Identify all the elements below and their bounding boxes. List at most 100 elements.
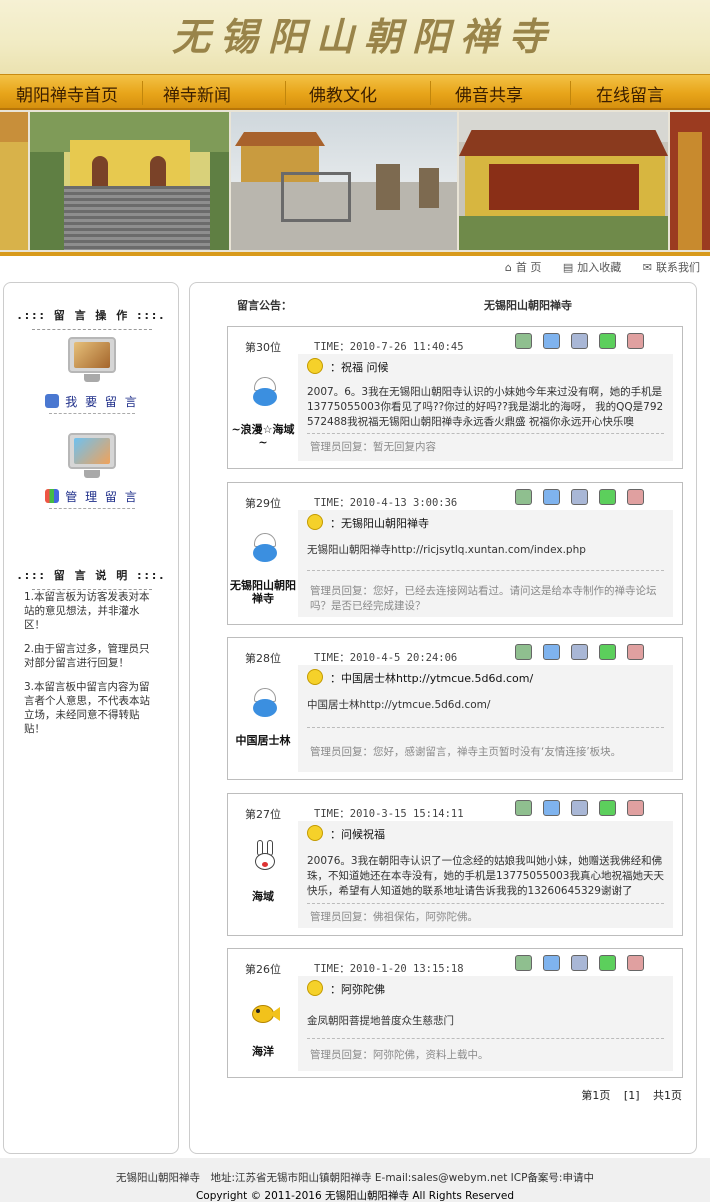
main-nav: 朝阳禅寺首页 禅寺新闻 佛教文化 佛音共享 在线留言 (0, 74, 710, 110)
admin-reply: 管理员回复：佛祖保佑，阿弥陀佛。 (310, 911, 478, 923)
smurf-avatar-icon (250, 377, 280, 407)
home-link[interactable]: ⌂ 首 页 (505, 261, 541, 274)
entry-divider (307, 1038, 664, 1039)
smurf-avatar-icon (250, 533, 280, 563)
nav-divider (285, 81, 286, 105)
entry-username: 无锡阳山朝阳禅寺 (230, 579, 296, 605)
notes-list: 1.本留言板为访客发表对本站的意见想法，并非灌水区！ 2.由于留言过多，管理员只… (24, 590, 156, 746)
temple-photo-gate (30, 112, 229, 250)
mail-icon[interactable] (571, 333, 588, 349)
fish-avatar-icon (250, 999, 280, 1029)
copy-icon[interactable] (543, 333, 560, 349)
entry-username: 海域 (252, 890, 274, 903)
edit-icon[interactable] (515, 955, 532, 971)
entry-rank: 第29位 (245, 497, 281, 510)
favorite-link-label: 加入收藏 (577, 261, 622, 274)
reply-icon[interactable] (599, 800, 616, 816)
footer-info: 无锡阳山朝阳禅寺 地址:江苏省无锡市阳山镇朝阳禅寺 E-mail:sales@w… (116, 1172, 594, 1184)
page-total: 共1页 (653, 1089, 682, 1102)
ops-heading: .::: 留 言 操 作 :::. (4, 307, 180, 330)
page-link[interactable]: [1] (624, 1089, 640, 1102)
temple-photo (670, 112, 710, 250)
entry-body: 无锡阳山朝阳禅寺http://ricjsytlq.xuntan.com/inde… (307, 544, 586, 556)
entry-actions (504, 800, 644, 816)
entry-time: TIME：2010-4-13 3:00:36 (314, 497, 458, 509)
guestbook-main: 留言公告： 无锡阳山朝阳禅寺 第30位 ~浪漫☆海域~ TIME：2010-7-… (189, 282, 697, 1154)
contact-link-label: 联系我们 (656, 261, 700, 274)
mail-icon[interactable] (571, 489, 588, 505)
reply-icon[interactable] (599, 489, 616, 505)
entry-username: 海洋 (252, 1045, 274, 1058)
write-message-link[interactable]: 我 要 留 言 (4, 393, 180, 414)
mail-icon[interactable] (571, 955, 588, 971)
message-entry: 第26位 海洋 TIME：2010-1-20 13:15:18 ：阿弥陀佛 金凤… (227, 948, 683, 1078)
message-entry: 第27位 海域 TIME：2010-3-15 15:14:11 ：问候祝福 20… (227, 793, 683, 936)
reply-icon[interactable] (599, 333, 616, 349)
favorite-link[interactable]: ▤ 加入收藏 (563, 261, 621, 274)
nav-item-home[interactable]: 朝阳禅寺首页 (16, 81, 118, 106)
entry-divider (307, 433, 664, 434)
entry-content: ：中国居士林http://ytmcue.5d6d.com/ 中国居士林http:… (298, 665, 673, 772)
entry-subject: ：无锡阳山朝阳禅寺 (330, 517, 429, 530)
edit-icon[interactable] (515, 800, 532, 816)
entry-content: ：祝福 问候 2007。6。3我在无锡阳山朝阳寺认识的小妹她今年来过没有啊，她的… (298, 354, 673, 461)
copy-icon[interactable] (543, 644, 560, 660)
nav-item-news[interactable]: 禅寺新闻 (163, 81, 231, 106)
entry-body: 20076。3我在朝阳寺认识了一位念经的姑娘我叫她小妹，她赠送我佛经和佛珠，不知… (307, 855, 664, 897)
admin-reply: 管理员回复：您好，已经去连接网站看过。请问这是给本寺制作的禅寺论坛吗？是否已经完… (310, 585, 657, 612)
temple-photo-strip (0, 110, 710, 252)
entry-time: TIME：2010-4-5 20:24:06 (314, 652, 458, 664)
smurf-avatar-icon (250, 688, 280, 718)
delete-icon[interactable] (627, 333, 644, 349)
footer-copyright: Copyright © 2011-2016 无锡阳山朝阳禅寺 All Right… (195, 1190, 515, 1202)
reply-icon[interactable] (599, 644, 616, 660)
entry-rank: 第30位 (245, 341, 281, 354)
site-title: 无锡阳山朝阳禅寺 (172, 14, 557, 59)
delete-icon[interactable] (627, 955, 644, 971)
edit-icon[interactable] (515, 644, 532, 660)
mail-icon[interactable] (571, 644, 588, 660)
smiley-icon (307, 669, 323, 685)
entry-divider (307, 570, 664, 571)
footer: 无锡阳山朝阳禅寺 地址:江苏省无锡市阳山镇朝阳禅寺 E-mail:sales@w… (0, 1158, 710, 1202)
divider-strip (0, 252, 710, 256)
entry-subject: ：祝福 问候 (330, 361, 389, 374)
page-current: 第1页 (581, 1089, 611, 1102)
manage-message-monitor-icon[interactable] (66, 431, 118, 481)
contact-link[interactable]: ✉ 联系我们 (643, 261, 700, 274)
delete-icon[interactable] (627, 644, 644, 660)
mail-icon[interactable] (571, 800, 588, 816)
delete-icon[interactable] (627, 800, 644, 816)
edit-icon[interactable] (515, 333, 532, 349)
top-links: ⌂ 首 页 ▤ 加入收藏 ✉ 联系我们 (487, 259, 700, 275)
nav-item-guestbook[interactable]: 在线留言 (596, 81, 664, 106)
edit-icon[interactable] (515, 489, 532, 505)
write-message-monitor-icon[interactable] (66, 335, 118, 385)
reply-icon[interactable] (599, 955, 616, 971)
copy-icon[interactable] (543, 800, 560, 816)
notes-heading: .::: 留 言 说 明 :::. (4, 567, 180, 590)
entry-actions (504, 489, 644, 505)
entry-divider (307, 727, 664, 728)
entry-username: ~浪漫☆海域~ (231, 423, 295, 449)
contact-icon: ✉ (642, 261, 652, 274)
delete-icon[interactable] (627, 489, 644, 505)
smiley-icon (307, 980, 323, 996)
copy-icon[interactable] (543, 489, 560, 505)
entry-body: 金凤朝阳菩提地普度众生慈悲门 (307, 1015, 454, 1027)
pagination: 第1页 [1] 共1页 (571, 1087, 682, 1103)
entry-actions (504, 644, 644, 660)
admin-reply: 管理员回复：您好，感谢留言，禅寺主页暂时没有‘友情连接’板块。 (310, 746, 622, 758)
bookmark-icon: ▤ (562, 261, 574, 274)
rabbit-avatar-icon (250, 840, 280, 870)
note-item: 2.由于留言过多，管理员只对部分留言进行回复！ (24, 643, 150, 669)
manage-message-link[interactable]: 管 理 留 言 (4, 488, 180, 509)
entry-time: TIME：2010-1-20 13:15:18 (314, 963, 464, 975)
nav-item-culture[interactable]: 佛教文化 (309, 81, 377, 106)
smiley-icon (307, 358, 323, 374)
entry-rank: 第26位 (245, 963, 281, 976)
copy-icon[interactable] (543, 955, 560, 971)
entry-subject: ：阿弥陀佛 (330, 983, 385, 996)
nav-item-music[interactable]: 佛音共享 (455, 81, 523, 106)
temple-photo (0, 112, 28, 250)
